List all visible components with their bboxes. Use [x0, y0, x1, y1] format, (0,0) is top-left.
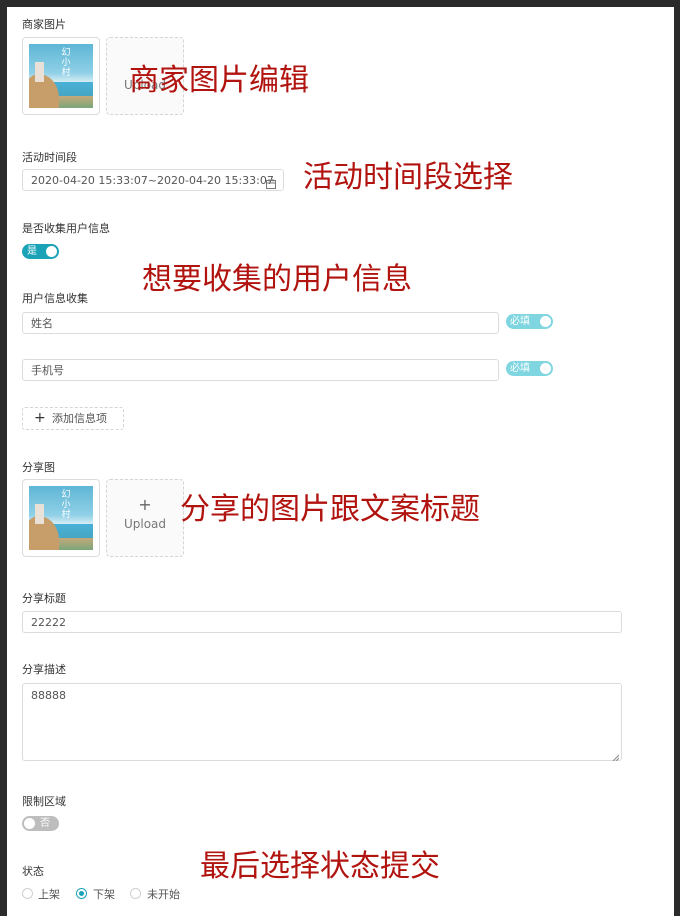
- toggle-knob: [540, 316, 551, 327]
- annotation-share: 分享的图片跟文案标题: [180, 492, 480, 527]
- thumbnail-caption: 幻小村: [61, 48, 71, 78]
- field-value: 手机号: [31, 364, 64, 377]
- plus-icon: +: [34, 410, 46, 426]
- status-option-label: 上架: [38, 888, 60, 901]
- collect-info-label: 是否收集用户信息: [22, 222, 110, 235]
- plus-icon: +: [138, 495, 152, 514]
- status-radio-off-shelf[interactable]: [76, 888, 87, 899]
- thumbnail-caption: 幻小村: [61, 490, 71, 520]
- toggle-knob: [24, 818, 35, 829]
- share-image-thumbnail[interactable]: 幻小村: [22, 479, 100, 557]
- status-option-label: 下架: [93, 888, 115, 901]
- status-radio-not-started[interactable]: [130, 888, 141, 899]
- region-limit-label: 限制区域: [22, 795, 66, 808]
- required-toggle-text: 必填: [510, 363, 530, 374]
- share-desc-label: 分享描述: [22, 663, 66, 676]
- field-value: 姓名: [31, 317, 53, 330]
- toggle-knob: [540, 363, 551, 374]
- required-toggle-text: 必填: [510, 316, 530, 327]
- user-info-field-name[interactable]: 姓名: [22, 312, 499, 334]
- share-desc-textarea[interactable]: 88888: [22, 683, 622, 762]
- share-desc-value: 88888: [31, 689, 66, 702]
- merchant-images-label: 商家图片: [22, 18, 66, 31]
- region-limit-toggle[interactable]: 否: [22, 816, 59, 831]
- resize-handle-icon[interactable]: [612, 751, 620, 762]
- annotation-final-status: 最后选择状态提交: [200, 849, 440, 884]
- annotation-period-select: 活动时间段选择: [303, 160, 513, 195]
- toggle-knob: [46, 246, 57, 257]
- status-label: 状态: [22, 865, 44, 878]
- share-image-label: 分享图: [22, 461, 55, 474]
- annotation-info-collect: 想要收集的用户信息: [142, 262, 412, 297]
- status-option-label: 未开始: [147, 888, 180, 901]
- add-info-item-button[interactable]: + 添加信息项: [22, 407, 124, 430]
- annotation-merchant-edit: 商家图片编辑: [129, 63, 309, 98]
- user-info-field-phone[interactable]: 手机号: [22, 359, 499, 381]
- collect-info-toggle-text: 是: [27, 246, 37, 257]
- share-title-label: 分享标题: [22, 592, 66, 605]
- upload-label: Upload: [123, 517, 167, 531]
- share-title-input[interactable]: 22222: [22, 611, 622, 633]
- activity-period-value: 2020-04-20 15:33:07~2020-04-20 15:33:07: [31, 174, 274, 187]
- activity-period-label: 活动时间段: [22, 151, 77, 164]
- required-toggle-phone[interactable]: 必填: [506, 361, 553, 376]
- add-info-item-label: 添加信息项: [52, 412, 107, 425]
- user-info-label: 用户信息收集: [22, 292, 88, 305]
- form-panel: 商家图片 幻小村 Upload 商家图片编辑 活动时间段 2020-04-20 …: [7, 7, 674, 916]
- activity-period-picker[interactable]: 2020-04-20 15:33:07~2020-04-20 15:33:07: [22, 169, 284, 191]
- merchant-image: 幻小村: [29, 44, 93, 108]
- share-image-upload[interactable]: + Upload: [106, 479, 184, 557]
- required-toggle-name[interactable]: 必填: [506, 314, 553, 329]
- region-limit-toggle-text: 否: [40, 818, 50, 829]
- collect-info-toggle[interactable]: 是: [22, 244, 59, 259]
- status-radio-on-shelf[interactable]: [22, 888, 33, 899]
- calendar-icon: [266, 175, 276, 189]
- share-image: 幻小村: [29, 486, 93, 550]
- share-title-value: 22222: [31, 616, 66, 629]
- merchant-image-thumbnail[interactable]: 幻小村: [22, 37, 100, 115]
